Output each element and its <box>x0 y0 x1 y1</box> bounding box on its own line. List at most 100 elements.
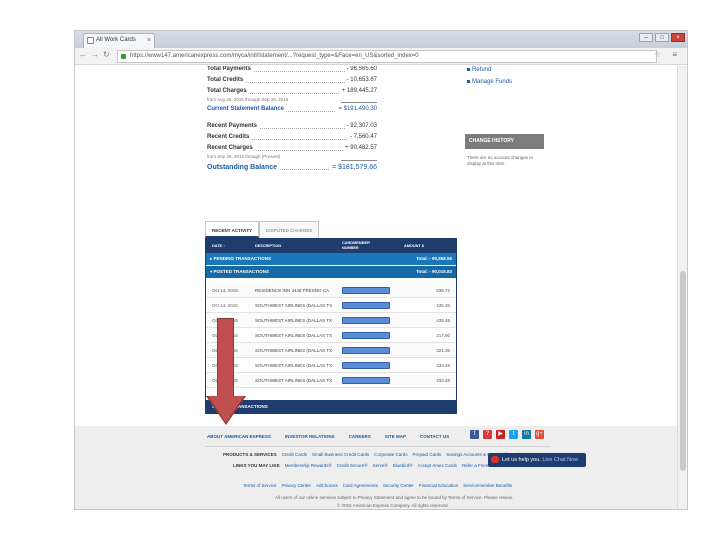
address-bar[interactable]: https://www147.americanexpress.com/myca/… <box>117 50 657 63</box>
row-amount: 435.36 <box>436 303 450 308</box>
product-link[interactable]: Credit Cards <box>282 452 307 457</box>
product-link[interactable]: Small Business Credit Cards <box>312 452 369 457</box>
maximize-button[interactable]: □ <box>655 33 669 42</box>
terms-notice: All users of our online services subject… <box>275 495 514 500</box>
summary-label: Total Payments <box>207 66 253 72</box>
tab-disputed-charges[interactable]: DISPUTED CHARGES <box>259 221 320 238</box>
row-description[interactable]: SOUTHWEST AIRLINES (DALLAS TX <box>255 378 332 383</box>
bookmark-star-icon[interactable]: ☆ <box>654 50 661 59</box>
reload-icon[interactable]: ↻ <box>103 50 110 59</box>
header-amount: AMOUNT $ <box>404 244 424 248</box>
promo-link[interactable]: Credit Secure® <box>337 463 368 468</box>
table-row[interactable]: Oct 14, 2015 SOUTHWEST AIRLINES (DALLAS … <box>206 358 456 373</box>
copyright: © 2015 American Express Company. All rig… <box>337 503 449 508</box>
row-description[interactable]: SOUTHWEST AIRLINES (DALLAS TX <box>255 333 332 338</box>
twitter-icon[interactable]: t <box>509 430 518 439</box>
refund-link[interactable]: Refund <box>467 67 491 73</box>
table-row[interactable]: Oct 14, 2015 SOUTHWEST AIRLINES (DALLAS … <box>206 343 456 358</box>
minimize-button[interactable]: – <box>639 33 653 42</box>
close-window-button[interactable]: × <box>671 33 685 42</box>
redacted-card-number <box>342 287 390 294</box>
row-amount: 636.72 <box>436 288 450 293</box>
browser-tab[interactable]: All Work Cards × <box>83 33 155 48</box>
page-favicon-icon <box>87 37 94 44</box>
footer-top-links: ABOUT AMERICAN EXPRESS INVESTOR RELATION… <box>207 434 449 439</box>
browser-window: All Work Cards × – □ × ← → ↻ https://www… <box>74 30 688 510</box>
footer-link-sitemap[interactable]: SITE MAP <box>385 434 406 439</box>
footer-link-contact[interactable]: CONTACT US <box>420 434 449 439</box>
browser-menu-icon[interactable]: ≡ <box>672 50 677 59</box>
legal-link[interactable]: AdChoices <box>316 483 338 488</box>
redacted-card-number <box>342 362 390 369</box>
tab-title: All Work Cards <box>96 37 136 43</box>
summary-label: Recent Credits <box>207 134 252 140</box>
promo-link[interactable]: Membership Rewards® <box>285 463 332 468</box>
legal-link[interactable]: Servicemember Benefits <box>463 483 512 488</box>
summary-label: Current Statement Balance <box>207 106 287 112</box>
summary-outstanding-balance[interactable]: Outstanding Balance = $181,579.66 <box>207 164 377 175</box>
promo-link[interactable]: Bluebird® <box>393 463 413 468</box>
table-row[interactable]: Oct 14, 2015 SOUTHWEST AIRLINES (DALLAS … <box>206 313 456 328</box>
summary-value: = $181,579.66 <box>330 164 377 171</box>
table-header: DATE ↑ DESCRIPTION CARDMEMBER NUMBER AMO… <box>206 239 456 253</box>
legal-link[interactable]: Financial Education <box>419 483 458 488</box>
manage-funds-link[interactable]: Manage Funds <box>467 79 512 85</box>
footer-products-line: PRODUCTS & SERVICES Credit Cards Small B… <box>223 452 521 457</box>
row-description[interactable]: SOUTHWEST AIRLINES (DALLAS TX <box>255 318 332 323</box>
summary-value: - 7,560.47 <box>347 134 377 140</box>
back-icon[interactable]: ← <box>79 50 87 59</box>
legal-link[interactable]: Card Agreements <box>343 483 378 488</box>
header-date[interactable]: DATE ↑ <box>212 244 225 249</box>
posted-transactions-bar[interactable]: ▾ POSTED TRANSACTIONS Total: - 90,015.83 <box>206 266 456 278</box>
linkedin-icon[interactable]: in <box>522 430 531 439</box>
summary-label: Total Credits <box>207 77 246 83</box>
tab-recent-activity[interactable]: RECENT ACTIVITY <box>205 221 260 238</box>
legal-link[interactable]: Privacy Center <box>282 483 312 488</box>
row-description[interactable]: SOUTHWEST AIRLINES (DALLAS TX <box>255 348 332 353</box>
tab-close-icon[interactable]: × <box>147 34 151 47</box>
products-heading: PRODUCTS & SERVICES <box>223 452 277 457</box>
scrollbar-thumb[interactable] <box>680 271 686 471</box>
redacted-card-number <box>342 347 390 354</box>
redacted-card-number <box>342 317 390 324</box>
table-row[interactable]: Oct 14, 2015 SOUTHWEST AIRLINES (DALLAS … <box>206 298 456 313</box>
product-link[interactable]: Prepaid Cards <box>413 452 442 457</box>
row-amount: 435.46 <box>436 318 450 323</box>
row-amount: 217.90 <box>436 333 450 338</box>
table-row[interactable]: Oct 14, 2015 RESIDENCE INN 4448 FRESNO C… <box>206 283 456 298</box>
pending-label: ▸ PENDING TRANSACTIONS <box>210 256 272 261</box>
product-link[interactable]: Corporate Cards <box>374 452 407 457</box>
tab-bar: All Work Cards × – □ × <box>75 31 687 48</box>
header-cardmember: CARDMEMBER NUMBER <box>342 241 370 250</box>
pending-transactions-bar[interactable]: ▸ PENDING TRANSACTIONS Total: - 90,858.5… <box>206 253 456 265</box>
table-row[interactable]: Oct 14, 2015 SOUTHWEST AIRLINES (DALLAS … <box>206 328 456 343</box>
charges-period: from Aug 26, 2015 through Sep 25, 2015 <box>207 97 289 102</box>
footer-link-about[interactable]: ABOUT AMERICAN EXPRESS <box>207 434 271 439</box>
promo-link[interactable]: Refer a Friend <box>462 463 491 468</box>
footer-link-careers[interactable]: CAREERS <box>349 434 371 439</box>
summary-statement-balance[interactable]: Current Statement Balance = $191,490.30 <box>207 106 377 117</box>
promo-link[interactable]: Accept Amex Cards <box>418 463 458 468</box>
header-description: DESCRIPTION <box>255 244 281 248</box>
summary-recent-credits: Recent Credits - 7,560.47 <box>207 134 377 145</box>
help-icon[interactable]: ? <box>483 430 492 439</box>
bullet-icon <box>467 79 470 83</box>
row-amount: 433.48 <box>436 378 450 383</box>
footer-link-investor[interactable]: INVESTOR RELATIONS <box>285 434 335 439</box>
live-chat-link[interactable]: Live Chat Now <box>542 457 578 463</box>
forward-icon[interactable]: → <box>91 50 99 59</box>
legal-link[interactable]: Security Center <box>383 483 414 488</box>
lock-icon <box>121 54 126 59</box>
posted-label: ▾ POSTED TRANSACTIONS <box>210 269 270 274</box>
googleplus-icon[interactable]: g+ <box>535 430 544 439</box>
table-row[interactable]: Oct 14, 2015 SOUTHWEST AIRLINES (DALLAS … <box>206 373 456 388</box>
row-description[interactable]: RESIDENCE INN 4448 FRESNO CA <box>255 288 329 293</box>
youtube-icon[interactable]: ▶ <box>496 430 505 439</box>
facebook-icon[interactable]: f <box>470 430 479 439</box>
vertical-scrollbar[interactable] <box>677 66 687 509</box>
live-chat-button[interactable]: Let us help you. Live Chat Now <box>488 453 586 467</box>
row-description[interactable]: SOUTHWEST AIRLINES (DALLAS TX <box>255 303 332 308</box>
legal-link[interactable]: Terms of Service <box>243 483 277 488</box>
promo-link[interactable]: Serve® <box>373 463 388 468</box>
row-description[interactable]: SOUTHWEST AIRLINES (DALLAS TX <box>255 363 332 368</box>
